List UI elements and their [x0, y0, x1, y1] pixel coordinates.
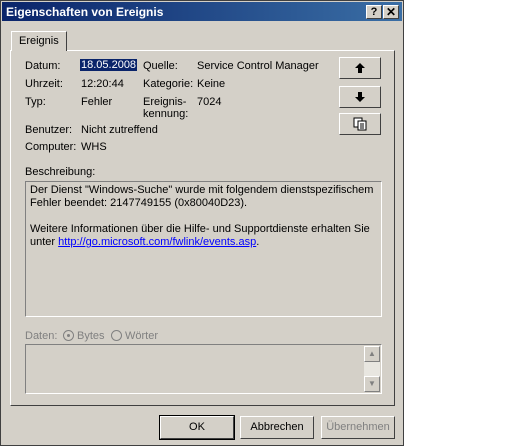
help-link[interactable]: http://go.microsoft.com/fwlink/events.as…: [58, 236, 256, 248]
radio-woerter-indicator: [111, 330, 122, 341]
scroll-down-icon: ▼: [368, 379, 376, 388]
description-line4-suffix: .: [256, 236, 260, 248]
title-bar[interactable]: Eigenschaften von Ereignis ? ✕: [2, 2, 402, 21]
uhrzeit-value: 12:20:44: [81, 78, 124, 90]
benutzer-label: Benutzer:: [25, 124, 73, 136]
radio-bytes-indicator: [63, 330, 74, 341]
typ-value: Fehler: [81, 96, 113, 108]
apply-button[interactable]: Übernehmen: [321, 416, 395, 439]
arrow-up-icon: [355, 63, 365, 73]
event-properties-window: Eigenschaften von Ereignis ? ✕ Ereignis …: [0, 0, 404, 446]
ok-button[interactable]: OK: [159, 415, 235, 440]
copy-button[interactable]: [339, 113, 381, 135]
description-line1: Der Dienst "Windows-Suche" wurde mit fol…: [30, 184, 374, 196]
kennung-value: 7024: [197, 96, 222, 108]
description-line3: Weitere Informationen über die Hilfe- un…: [30, 223, 370, 235]
data-label: Daten:: [25, 330, 58, 342]
computer-label: Computer:: [25, 141, 77, 153]
kategorie-label: Kategorie:: [143, 78, 194, 90]
data-scrollbar[interactable]: ▲ ▼: [364, 346, 380, 392]
radio-bytes[interactable]: Bytes: [63, 330, 105, 342]
benutzer-value: Nicht zutreffend: [81, 124, 158, 136]
radio-bytes-label: Bytes: [77, 330, 105, 342]
radio-woerter-label: Wörter: [125, 330, 158, 342]
kennung-label-line2: kennung:: [143, 108, 189, 120]
computer-value: WHS: [81, 141, 107, 153]
window-title: Eigenschaften von Ereignis: [6, 5, 164, 19]
scroll-up-icon: ▲: [368, 349, 376, 358]
description-line2: Fehler beendet: 2147749155 (0x80040D23).: [30, 197, 248, 209]
datum-label: Datum:: [25, 60, 61, 72]
help-button[interactable]: ?: [366, 5, 382, 19]
description-box[interactable]: Der Dienst "Windows-Suche" wurde mit fol…: [25, 181, 382, 317]
quelle-label: Quelle:: [143, 60, 178, 72]
arrow-down-icon: [355, 92, 365, 102]
radio-woerter[interactable]: Wörter: [111, 330, 158, 342]
close-button[interactable]: ✕: [383, 5, 399, 19]
help-icon: ?: [370, 6, 378, 18]
scroll-up-button[interactable]: ▲: [364, 346, 380, 362]
copy-icon: [353, 117, 367, 131]
next-event-button[interactable]: [339, 86, 381, 108]
tab-ereignis[interactable]: Ereignis: [11, 31, 67, 51]
previous-event-button[interactable]: [339, 57, 381, 79]
uhrzeit-label: Uhrzeit:: [25, 78, 63, 90]
datum-value[interactable]: 18.05.2008: [80, 59, 138, 71]
typ-label: Typ:: [25, 96, 46, 108]
cancel-button[interactable]: Abbrechen: [240, 416, 314, 439]
description-line4-prefix: unter: [30, 236, 59, 248]
kategorie-value: Keine: [197, 78, 226, 90]
quelle-value: Service Control Manager: [197, 60, 319, 72]
scroll-down-button[interactable]: ▼: [364, 376, 380, 392]
tab-label: Ereignis: [19, 35, 59, 47]
kennung-label-line1: Ereignis-: [143, 96, 187, 108]
close-icon: ✕: [385, 5, 397, 19]
description-label: Beschreibung:: [25, 166, 96, 178]
data-box[interactable]: ▲ ▼: [25, 344, 382, 394]
